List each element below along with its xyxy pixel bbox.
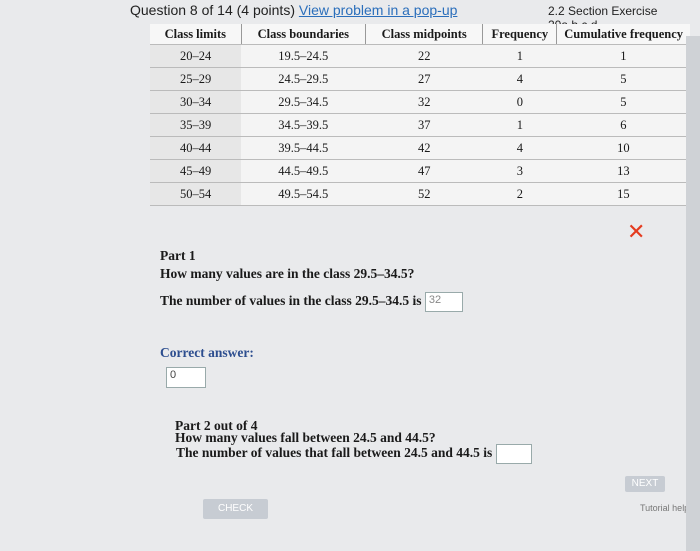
table-cell: 44.5–49.5 [241, 159, 366, 183]
table-cell: 50–54 [150, 182, 242, 206]
table-cell: 52 [365, 182, 483, 206]
top-bar: Question 8 of 14 (4 points) View problem… [0, 0, 700, 32]
table-row: 30–34 29.5–34.5 32 0 5 [150, 90, 690, 114]
table-cell: 1 [556, 44, 690, 68]
header-class-limits: Class limits [150, 24, 242, 45]
question-status: Question 8 of 14 (4 points) View problem… [130, 2, 457, 18]
table-row: 35–39 34.5–39.5 37 1 6 [150, 113, 690, 137]
table-cell: 39.5–44.5 [241, 136, 366, 160]
table-cell: 34.5–39.5 [241, 113, 366, 137]
part2-answer-prefix: The number of values that fall between 2… [176, 445, 493, 461]
table-cell: 5 [556, 90, 690, 114]
part1-question: How many values are in the class 29.5–34… [160, 266, 415, 281]
table-cell: 20–24 [150, 44, 242, 68]
table-cell: 5 [556, 67, 690, 91]
popup-link[interactable]: View problem in a pop-up [299, 2, 458, 18]
table-cell: 29.5–34.5 [241, 90, 366, 114]
table-cell: 37 [365, 113, 483, 137]
header-cumulative-frequency: Cumulative frequency [556, 24, 690, 45]
table-cell: 10 [556, 136, 690, 160]
scrollbar[interactable] [686, 36, 700, 551]
header-class-midpoints: Class midpoints [364, 24, 483, 45]
table-cell: 40–44 [150, 136, 242, 160]
table-cell: 6 [556, 113, 690, 137]
part2-answer-line: The number of values that fall between 2… [176, 444, 532, 464]
table-row: 25–29 24.5–29.5 27 4 5 [150, 67, 690, 91]
table-header-row: Class limits Class boundaries Class midp… [150, 24, 690, 45]
table-cell: 2 [482, 182, 557, 206]
correct-answer-value: 0 [166, 367, 206, 388]
table-cell: 45–49 [150, 159, 242, 183]
check-button[interactable]: CHECK [203, 499, 268, 519]
table-cell: 0 [482, 90, 557, 114]
table-cell: 15 [556, 182, 690, 206]
table-row: 20–24 19.5–24.5 22 1 1 [150, 44, 690, 68]
table-cell: 35–39 [150, 113, 242, 137]
table-cell: 49.5–54.5 [241, 182, 366, 206]
table-cell: 24.5–29.5 [241, 67, 366, 91]
table-row: 50–54 49.5–54.5 52 2 15 [150, 182, 690, 206]
table-row: 45–49 44.5–49.5 47 3 13 [150, 159, 690, 183]
part1-heading: Part 1 [160, 248, 196, 263]
header-class-boundaries: Class boundaries [240, 24, 366, 45]
table-cell: 4 [482, 136, 557, 160]
tutorial-help-link[interactable]: Tutorial help [640, 503, 689, 513]
table-row: 40–44 39.5–44.5 42 4 10 [150, 136, 690, 160]
table-cell: 30–34 [150, 90, 242, 114]
table-cell: 25–29 [150, 67, 242, 91]
table-cell: 1 [482, 44, 557, 68]
table-cell: 32 [365, 90, 483, 114]
next-button[interactable]: NEXT [625, 476, 665, 492]
table-cell: 3 [482, 159, 557, 183]
header-frequency: Frequency [482, 24, 557, 45]
table-cell: 27 [365, 67, 483, 91]
table-cell: 19.5–24.5 [241, 44, 366, 68]
part1-answer-prefix: The number of values in the class 29.5–3… [160, 293, 422, 309]
part2-answer-input[interactable] [495, 444, 532, 464]
table-cell: 47 [365, 159, 483, 183]
table-cell: 1 [482, 113, 557, 137]
frequency-table: Class limits Class boundaries Class midp… [150, 24, 690, 206]
question-status-text: Question 8 of 14 (4 points) [130, 2, 295, 18]
part1-answer-input[interactable]: 32 [424, 292, 463, 312]
table-cell: 42 [365, 136, 483, 160]
table-cell: 22 [365, 44, 483, 68]
correct-answer-label: Correct answer: [160, 345, 254, 360]
correct-answer-box: 0 [166, 367, 206, 388]
table-cell: 13 [556, 159, 690, 183]
table-cell: 4 [482, 67, 557, 91]
part1-answer-line: The number of values in the class 29.5–3… [160, 292, 463, 312]
x-icon: ✕ [627, 220, 646, 245]
